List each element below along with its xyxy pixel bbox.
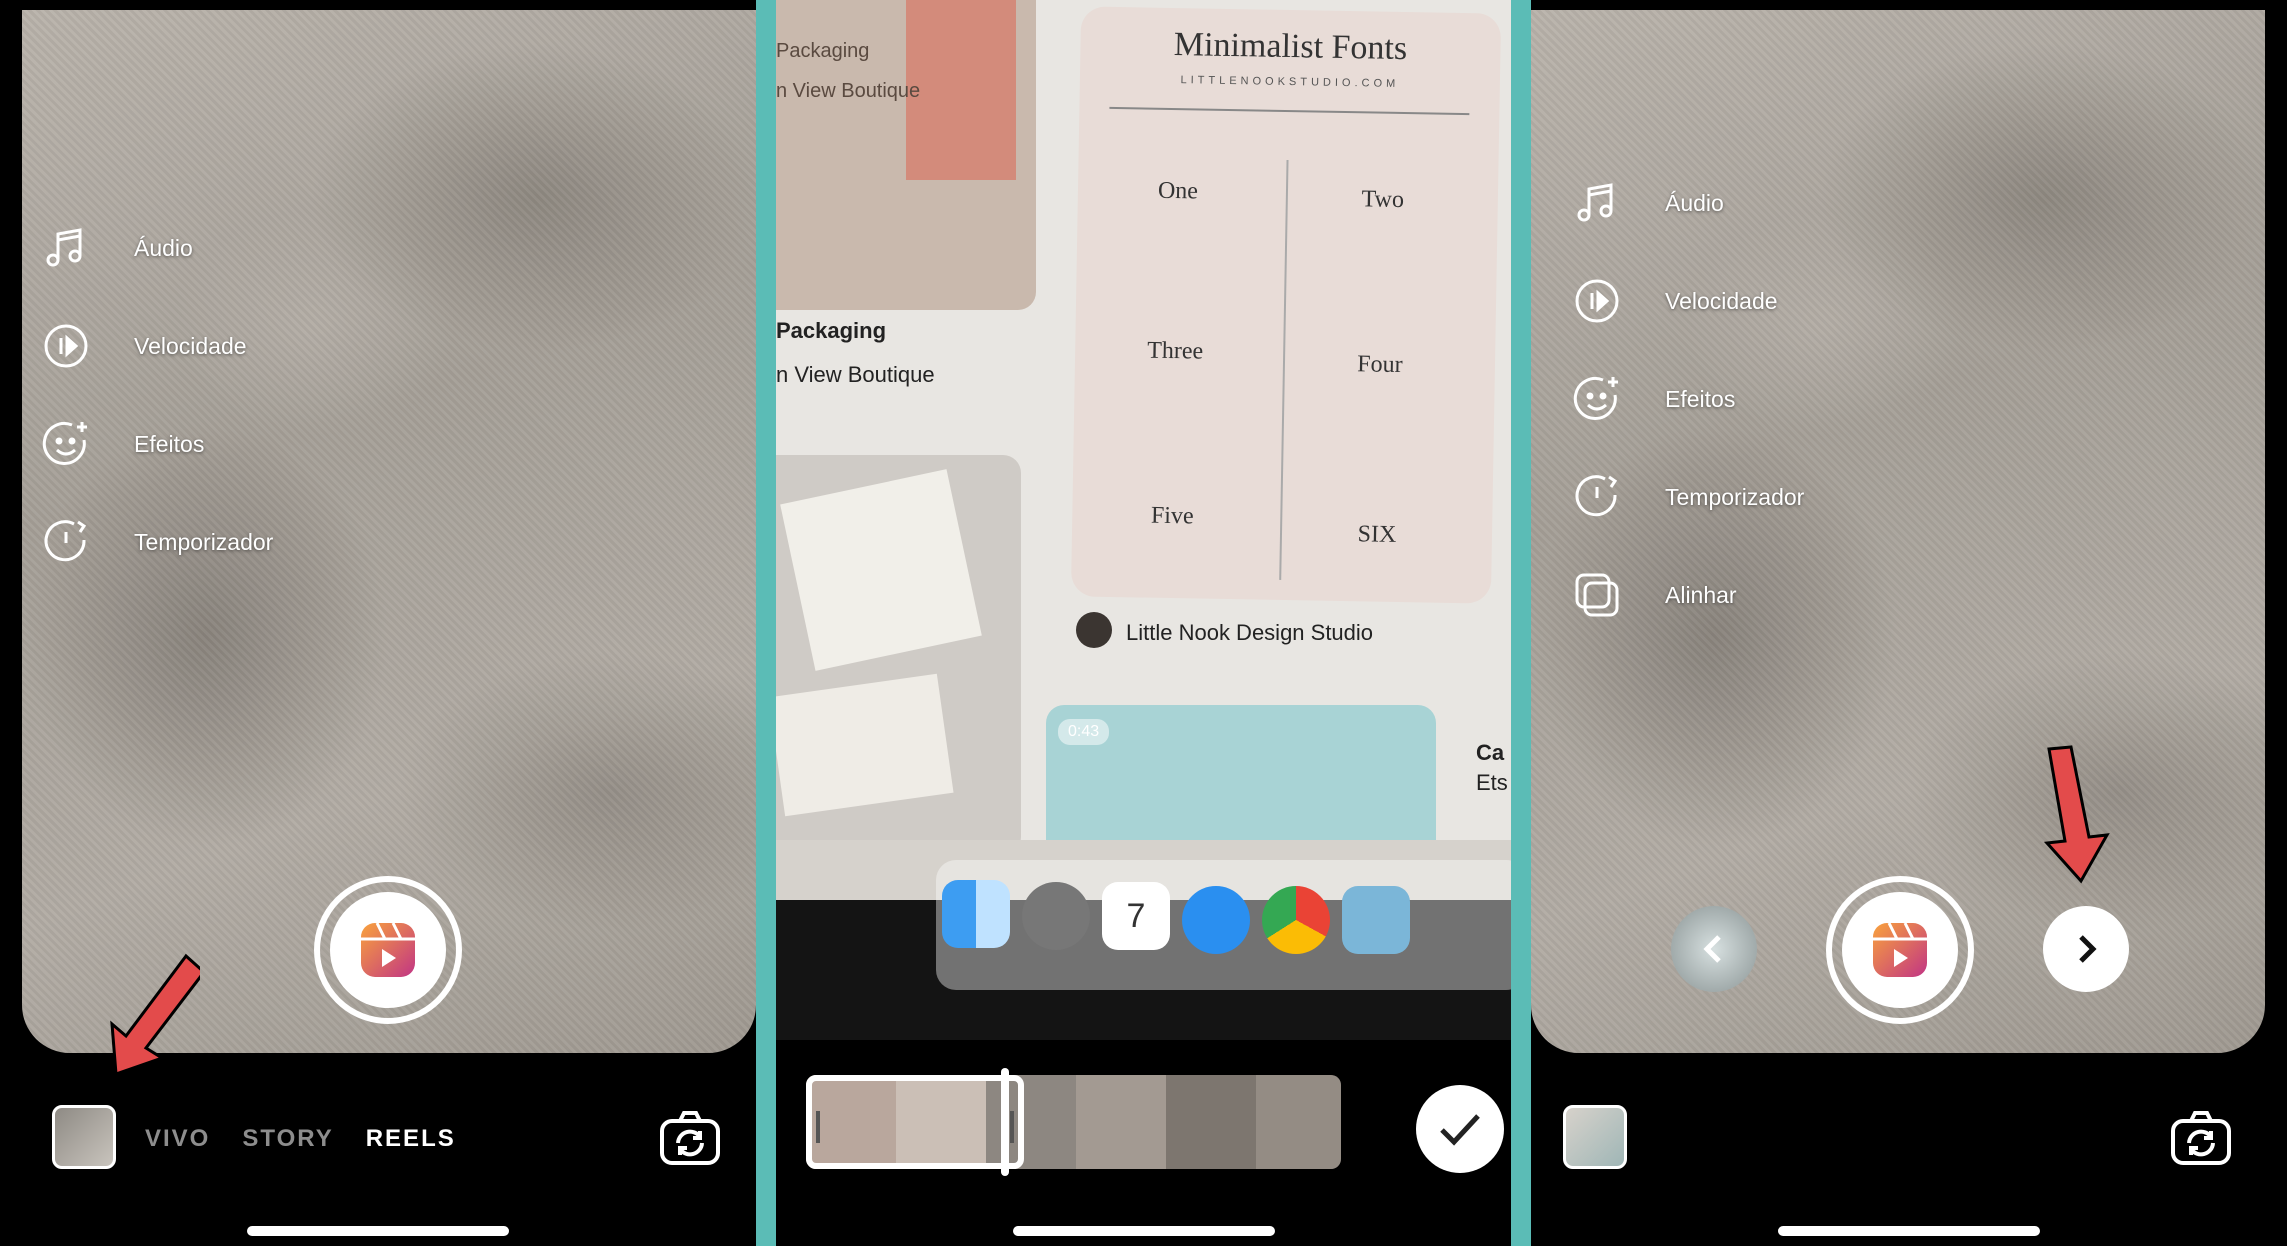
pin-text: Packaging <box>776 40 870 62</box>
tool-audio[interactable]: Áudio <box>40 220 273 276</box>
camera-tools-left: Áudio Velocidade Efeitos Temporizador <box>40 220 273 612</box>
speed-icon <box>44 324 88 368</box>
font-cell: Five <box>1150 502 1194 530</box>
font-cell: One <box>1157 177 1199 205</box>
video-preview: Packaging n View Boutique Packaging n Vi… <box>776 0 1511 1040</box>
chrome-icon <box>1262 886 1330 954</box>
flip-camera-icon[interactable] <box>2169 1107 2233 1171</box>
chevron-right-icon <box>2079 935 2097 963</box>
mode-selector: VIVO STORY REELS <box>145 1125 456 1153</box>
camera-panel-right: Áudio Velocidade Efeitos Temporizador Al… <box>1531 0 2287 1246</box>
reels-icon <box>361 922 415 977</box>
tool-label: Efeitos <box>134 430 205 457</box>
tool-timer[interactable]: Temporizador <box>1571 469 1804 525</box>
red-arrow-annotation <box>2043 745 2110 884</box>
timer-icon <box>1575 475 1618 517</box>
playhead[interactable] <box>1001 1068 1009 1176</box>
tool-label: Áudio <box>1665 189 1724 216</box>
timer-icon <box>44 520 87 562</box>
tool-effects[interactable]: Efeitos <box>40 416 273 472</box>
video-badge: 0:43 <box>1058 719 1110 745</box>
tool-label: Temporizador <box>134 528 274 555</box>
checkmark-icon <box>1440 1114 1480 1146</box>
font-cell: Two <box>1361 186 1405 214</box>
side-label: Ca <box>1476 740 1505 765</box>
red-arrow-annotation <box>110 953 200 1077</box>
flip-camera-icon[interactable] <box>658 1107 722 1171</box>
home-indicator <box>1778 1226 2040 1236</box>
tool-align[interactable]: Alinhar <box>1571 567 1804 623</box>
record-button[interactable] <box>314 876 462 1024</box>
tool-label: Alinhar <box>1665 581 1737 608</box>
tool-label: Temporizador <box>1665 483 1805 510</box>
music-note-icon <box>46 228 82 267</box>
confirm-button[interactable] <box>1416 1085 1504 1173</box>
camera-tools-right: Áudio Velocidade Efeitos Temporizador Al… <box>1571 175 1804 665</box>
effects-face-icon <box>1573 376 1618 420</box>
mode-reels[interactable]: REELS <box>366 1125 456 1153</box>
pin-label: Little Nook Design Studio <box>1126 620 1374 645</box>
pin-label: n View Boutique <box>776 362 935 387</box>
record-button[interactable] <box>1826 876 1974 1024</box>
app-icon <box>1342 886 1410 954</box>
bottom-bar <box>1531 1105 2287 1175</box>
side-label: Ets <box>1476 770 1508 795</box>
mac-dock: 7 <box>936 860 1511 990</box>
bottom-bar: VIVO STORY REELS <box>0 1105 756 1175</box>
tool-label: Áudio <box>134 234 193 261</box>
chevron-left-icon <box>1703 935 1721 963</box>
trim-handle-right[interactable] <box>1010 1111 1014 1143</box>
gallery-thumbnail[interactable] <box>1563 1105 1627 1169</box>
camera-panel-left: Áudio Velocidade Efeitos Temporizador VI… <box>0 0 756 1246</box>
music-note-icon <box>1577 183 1613 222</box>
pin-label: Packaging <box>776 318 887 343</box>
tool-label: Velocidade <box>1665 287 1778 314</box>
safari-icon <box>1182 886 1250 954</box>
pin-text: n View Boutique <box>776 80 921 102</box>
tool-speed[interactable]: Velocidade <box>40 318 273 374</box>
tool-timer[interactable]: Temporizador <box>40 514 273 570</box>
font-cell: Three <box>1146 337 1204 365</box>
font-card-title: Minimalist Fonts <box>1173 26 1408 68</box>
trim-panel-middle: Packaging n View Boutique Packaging n Vi… <box>756 0 1531 1246</box>
home-indicator <box>1012 1226 1275 1236</box>
next-button[interactable] <box>2043 906 2129 992</box>
tool-speed[interactable]: Velocidade <box>1571 273 1804 329</box>
home-indicator <box>247 1226 509 1236</box>
speed-icon <box>1575 279 1619 323</box>
previous-clip-button[interactable] <box>1671 906 1757 992</box>
gallery-thumbnail[interactable] <box>52 1105 116 1169</box>
finder-icon <box>942 880 1010 948</box>
mode-live[interactable]: VIVO <box>145 1125 210 1153</box>
font-card-subtitle: LITTLENOOKSTUDIO.COM <box>1180 74 1400 90</box>
tool-audio[interactable]: Áudio <box>1571 175 1804 231</box>
tool-label: Velocidade <box>134 332 247 359</box>
calendar-icon: 7 <box>1102 882 1170 950</box>
avatar <box>1076 612 1112 648</box>
tool-label: Efeitos <box>1665 385 1736 412</box>
reels-icon <box>1873 922 1927 977</box>
launchpad-icon <box>1022 882 1090 950</box>
effects-face-icon <box>42 421 87 465</box>
tool-effects[interactable]: Efeitos <box>1571 371 1804 427</box>
font-cell: SIX <box>1357 521 1397 548</box>
trim-selection[interactable] <box>806 1075 1024 1169</box>
font-card: Minimalist Fonts LITTLENOOKSTUDIO.COM On… <box>1070 6 1502 604</box>
trim-handle-left[interactable] <box>816 1111 820 1143</box>
align-icon <box>1575 573 1619 617</box>
mode-story[interactable]: STORY <box>242 1125 333 1153</box>
font-cell: Four <box>1357 351 1403 379</box>
